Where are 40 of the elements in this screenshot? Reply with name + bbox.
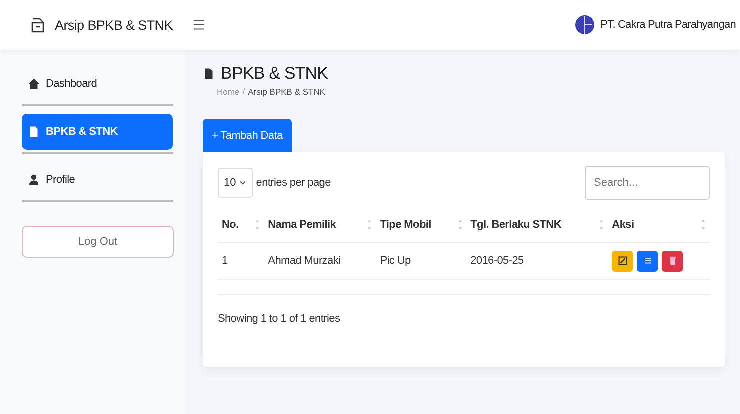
archive-box-icon: [30, 16, 46, 34]
detail-button[interactable]: [637, 250, 658, 272]
app-title: Arsip BPKB & STNK: [55, 18, 173, 32]
column-header[interactable]: Tgl. Berlaku STNK: [470, 219, 562, 231]
sort-icon: [367, 219, 372, 231]
sidebar-item[interactable]: Profile: [22, 162, 173, 198]
document-icon: [28, 126, 40, 138]
house-icon: [28, 78, 40, 90]
column-header[interactable]: No.: [222, 219, 239, 231]
breadcrumb-link[interactable]: Arsip BPKB & STNK: [248, 87, 326, 97]
page-title: BPKB & STNK: [221, 64, 328, 84]
document-icon: [203, 66, 215, 82]
table-cell: 1: [222, 255, 228, 267]
column-header[interactable]: Nama Pemilik: [268, 219, 336, 231]
company-name: PT. Cakra Putra Parahyangan: [600, 19, 736, 31]
logout-button[interactable]: Log Out: [22, 226, 174, 258]
sidebar-item[interactable]: Dashboard: [22, 66, 173, 102]
sort-icon: [458, 219, 463, 231]
table-cell: Ahmad Murzaki: [268, 255, 341, 267]
page-size-select[interactable]: 10: [218, 168, 254, 198]
search-field[interactable]: Search...: [585, 166, 710, 200]
pencil-square-icon: [616, 255, 629, 267]
breadcrumb-separator: /: [242, 87, 246, 97]
menu-icon: [193, 19, 205, 31]
entries-info: Showing 1 to 1 of 1 entries: [218, 313, 342, 325]
column-header[interactable]: Aksi: [612, 219, 634, 231]
sort-icon: [255, 219, 260, 231]
entries-label: entries per page: [256, 177, 331, 189]
column-header[interactable]: Tipe Mobil: [380, 219, 432, 231]
table-cell: 2016-05-25: [470, 255, 524, 267]
chevron-down-icon: [239, 179, 248, 187]
sort-icon: [599, 219, 604, 231]
person-icon: [28, 174, 40, 186]
sidebar-item[interactable]: BPKB & STNK: [22, 114, 173, 150]
sort-icon: [701, 219, 706, 231]
add-data-button[interactable]: + Tambah Data: [203, 119, 292, 152]
edit-button[interactable]: [612, 250, 634, 272]
globe-logo-icon: [574, 15, 595, 35]
table-cell: Pic Up: [380, 255, 411, 267]
delete-button[interactable]: [662, 250, 684, 272]
